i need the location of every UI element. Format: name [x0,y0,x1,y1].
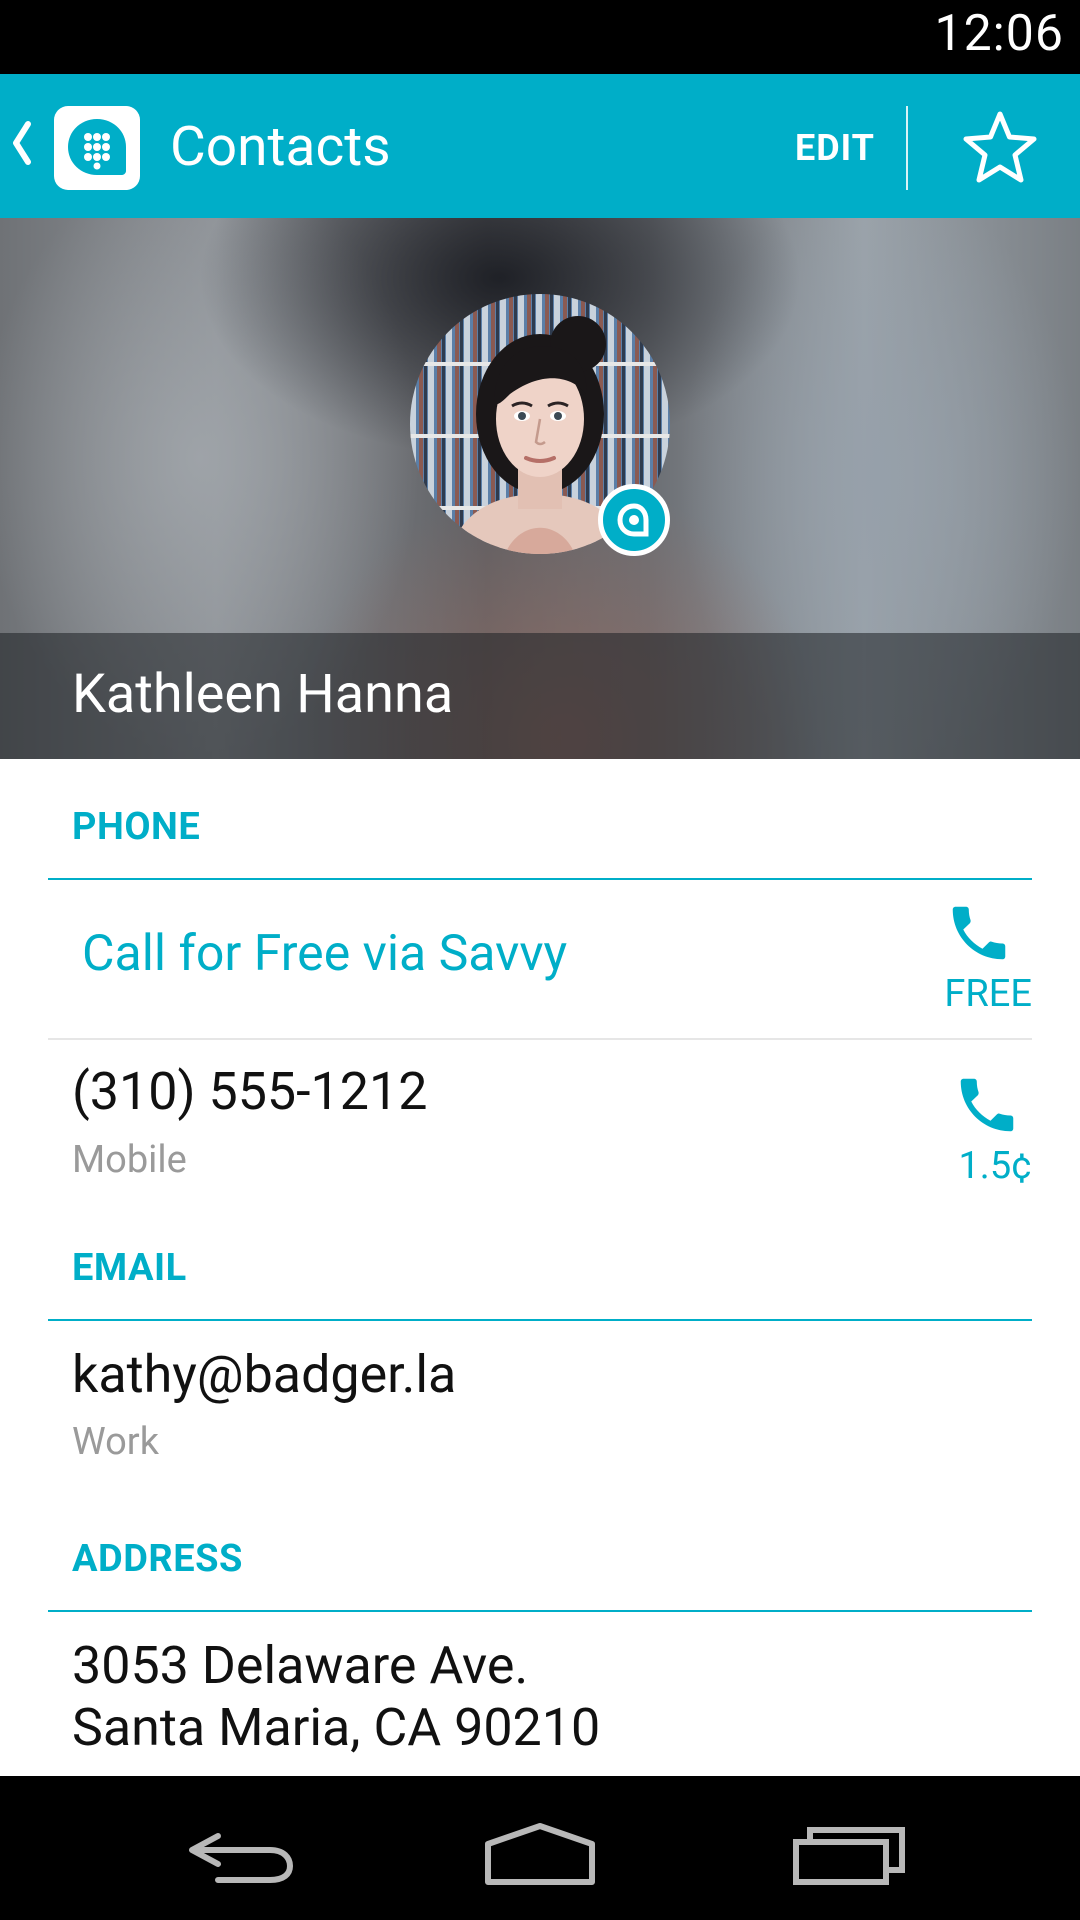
phone-type-label: Mobile [72,1138,187,1182]
edit-button[interactable]: EDIT [780,120,890,176]
chevron-left-icon[interactable] [10,118,34,168]
app-bar: Contacts EDIT [0,74,1080,218]
star-outline-icon[interactable] [958,106,1042,190]
address-section-rule [48,1610,1032,1612]
free-call-button[interactable]: FREE [912,896,1032,1016]
back-icon[interactable] [170,1806,310,1896]
contact-name: Kathleen Hanna [72,663,454,726]
home-icon[interactable] [470,1806,610,1896]
address-line-2[interactable]: Santa Maria, CA 90210 [72,1696,600,1760]
email-section-header: EMAIL [72,1246,187,1290]
app-bar-divider [906,106,908,190]
phone-number[interactable]: (310) 555-1212 [72,1060,427,1124]
email-type-label: Work [72,1420,159,1464]
name-strip: Kathleen Hanna [0,633,1080,759]
address-section-header: ADDRESS [72,1537,243,1581]
phone-row-divider [48,1038,1032,1040]
paid-call-button[interactable]: 1.5¢ [912,1068,1032,1188]
savvy-dialpad-logo-icon[interactable] [54,106,140,190]
email-address[interactable]: kathy@badger.la [72,1343,456,1407]
navigation-bar [0,1776,1080,1920]
status-time: 12:06 [934,5,1064,63]
free-call-label[interactable]: Call for Free via Savvy [82,923,567,985]
app-title: Contacts [170,115,391,179]
savvy-badge-icon [598,484,670,556]
phone-section-header: PHONE [72,805,201,849]
recents-icon[interactable] [780,1806,920,1896]
email-section-rule [48,1319,1032,1321]
call-rate: 1.5¢ [958,1144,1032,1188]
phone-icon [952,906,1006,960]
address-line-1[interactable]: 3053 Delaware Ave. [72,1634,528,1698]
free-call-rate: FREE [944,972,1032,1016]
phone-section-rule [48,878,1032,880]
contact-header: Kathleen Hanna [0,218,1080,759]
status-bar: 12:06 [0,0,1080,74]
phone-icon [960,1078,1014,1132]
